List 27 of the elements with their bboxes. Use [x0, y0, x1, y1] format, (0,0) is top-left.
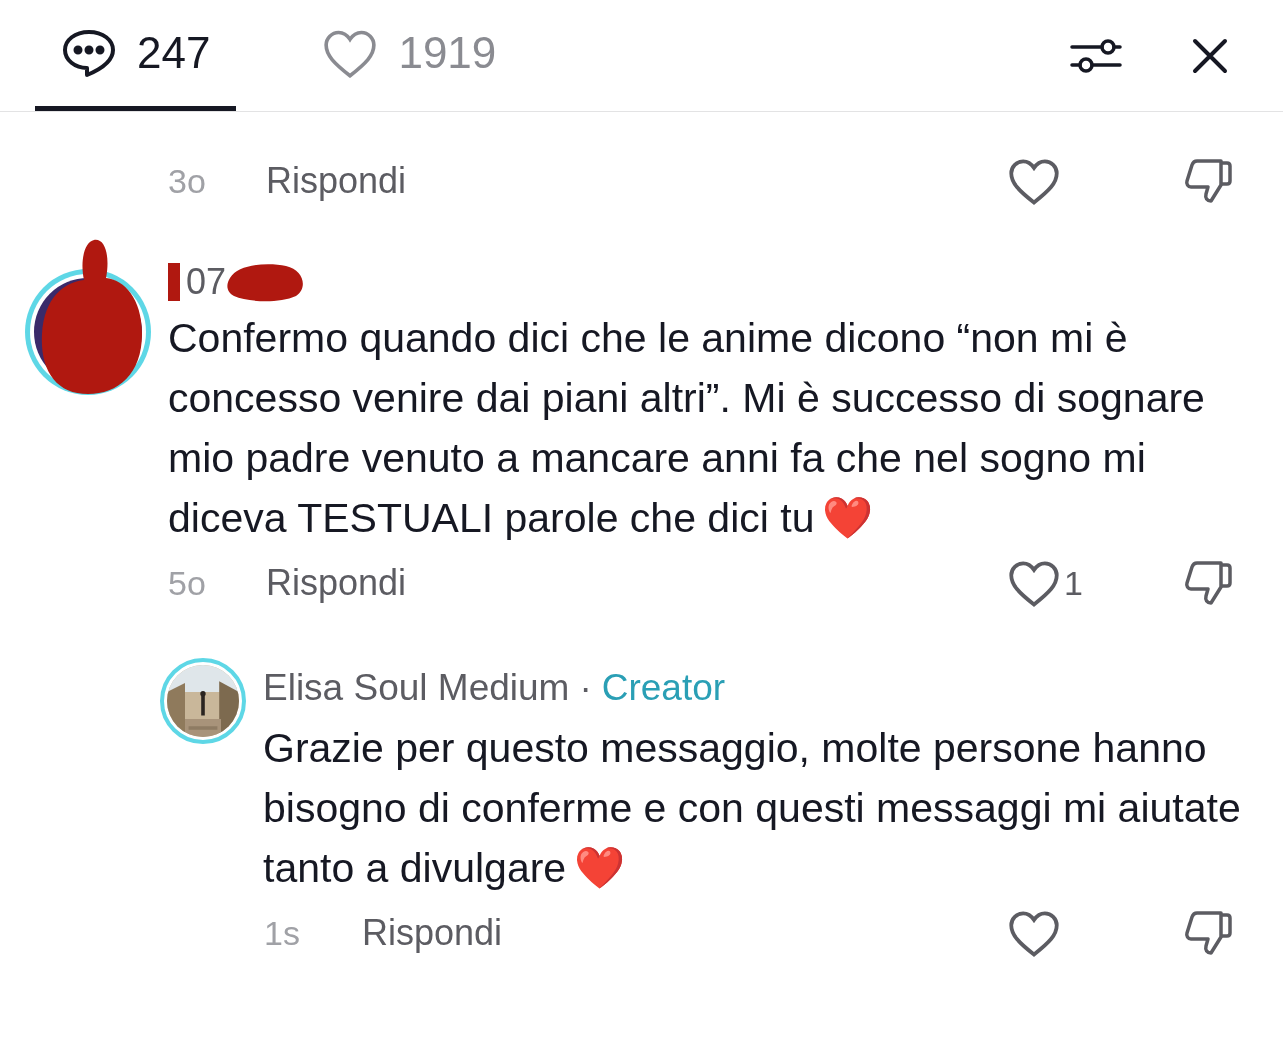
reply-button[interactable]: Rispondi [362, 906, 503, 960]
tab[interactable]: 247 [35, 0, 237, 111]
dislike-icon[interactable] [1183, 157, 1233, 205]
avatar[interactable] [160, 658, 246, 744]
like-icon[interactable] [1008, 157, 1060, 205]
author-name[interactable]: Elisa Soul Medium [263, 660, 570, 716]
comment-time: 5o [168, 562, 207, 604]
like-icon[interactable] [1008, 559, 1060, 607]
redaction-mark [168, 263, 180, 301]
redacted-avatar-drawing[interactable] [22, 238, 154, 398]
reply-button[interactable]: Rispondi [266, 556, 407, 610]
like-icon[interactable] [1008, 909, 1060, 957]
like-count: 1 [1064, 562, 1083, 604]
tab[interactable]: 1919 [296, 0, 523, 111]
creator-label: Creator [601, 666, 726, 711]
close-icon[interactable] [1192, 37, 1228, 74]
comment-time: 1s [264, 912, 301, 954]
reply-button[interactable]: Rispondi [266, 154, 407, 208]
dislike-icon[interactable] [1183, 559, 1233, 607]
dislike-icon[interactable] [1183, 909, 1233, 957]
comment-time: 3o [168, 160, 207, 202]
heart-icon [322, 28, 379, 78]
username[interactable]: 07 [186, 255, 227, 309]
comment-icon [61, 28, 117, 78]
reply-text: Grazie per questo messaggio, molte persone hanno bisogno di conferme e con questi messaggi mi aiutate tanto a divulgare ❤ [263, 725, 1241, 891]
separator: · [579, 666, 592, 711]
comment-text: Confermo quando dici che le anime dicono “non mi è concesso venire dai piani altri”. Mi è successo di sognare mio padre venuto a mancare anni fa che nel sogno mi diceva TESTUALI parole che dici tu ❤ [168, 315, 1205, 541]
